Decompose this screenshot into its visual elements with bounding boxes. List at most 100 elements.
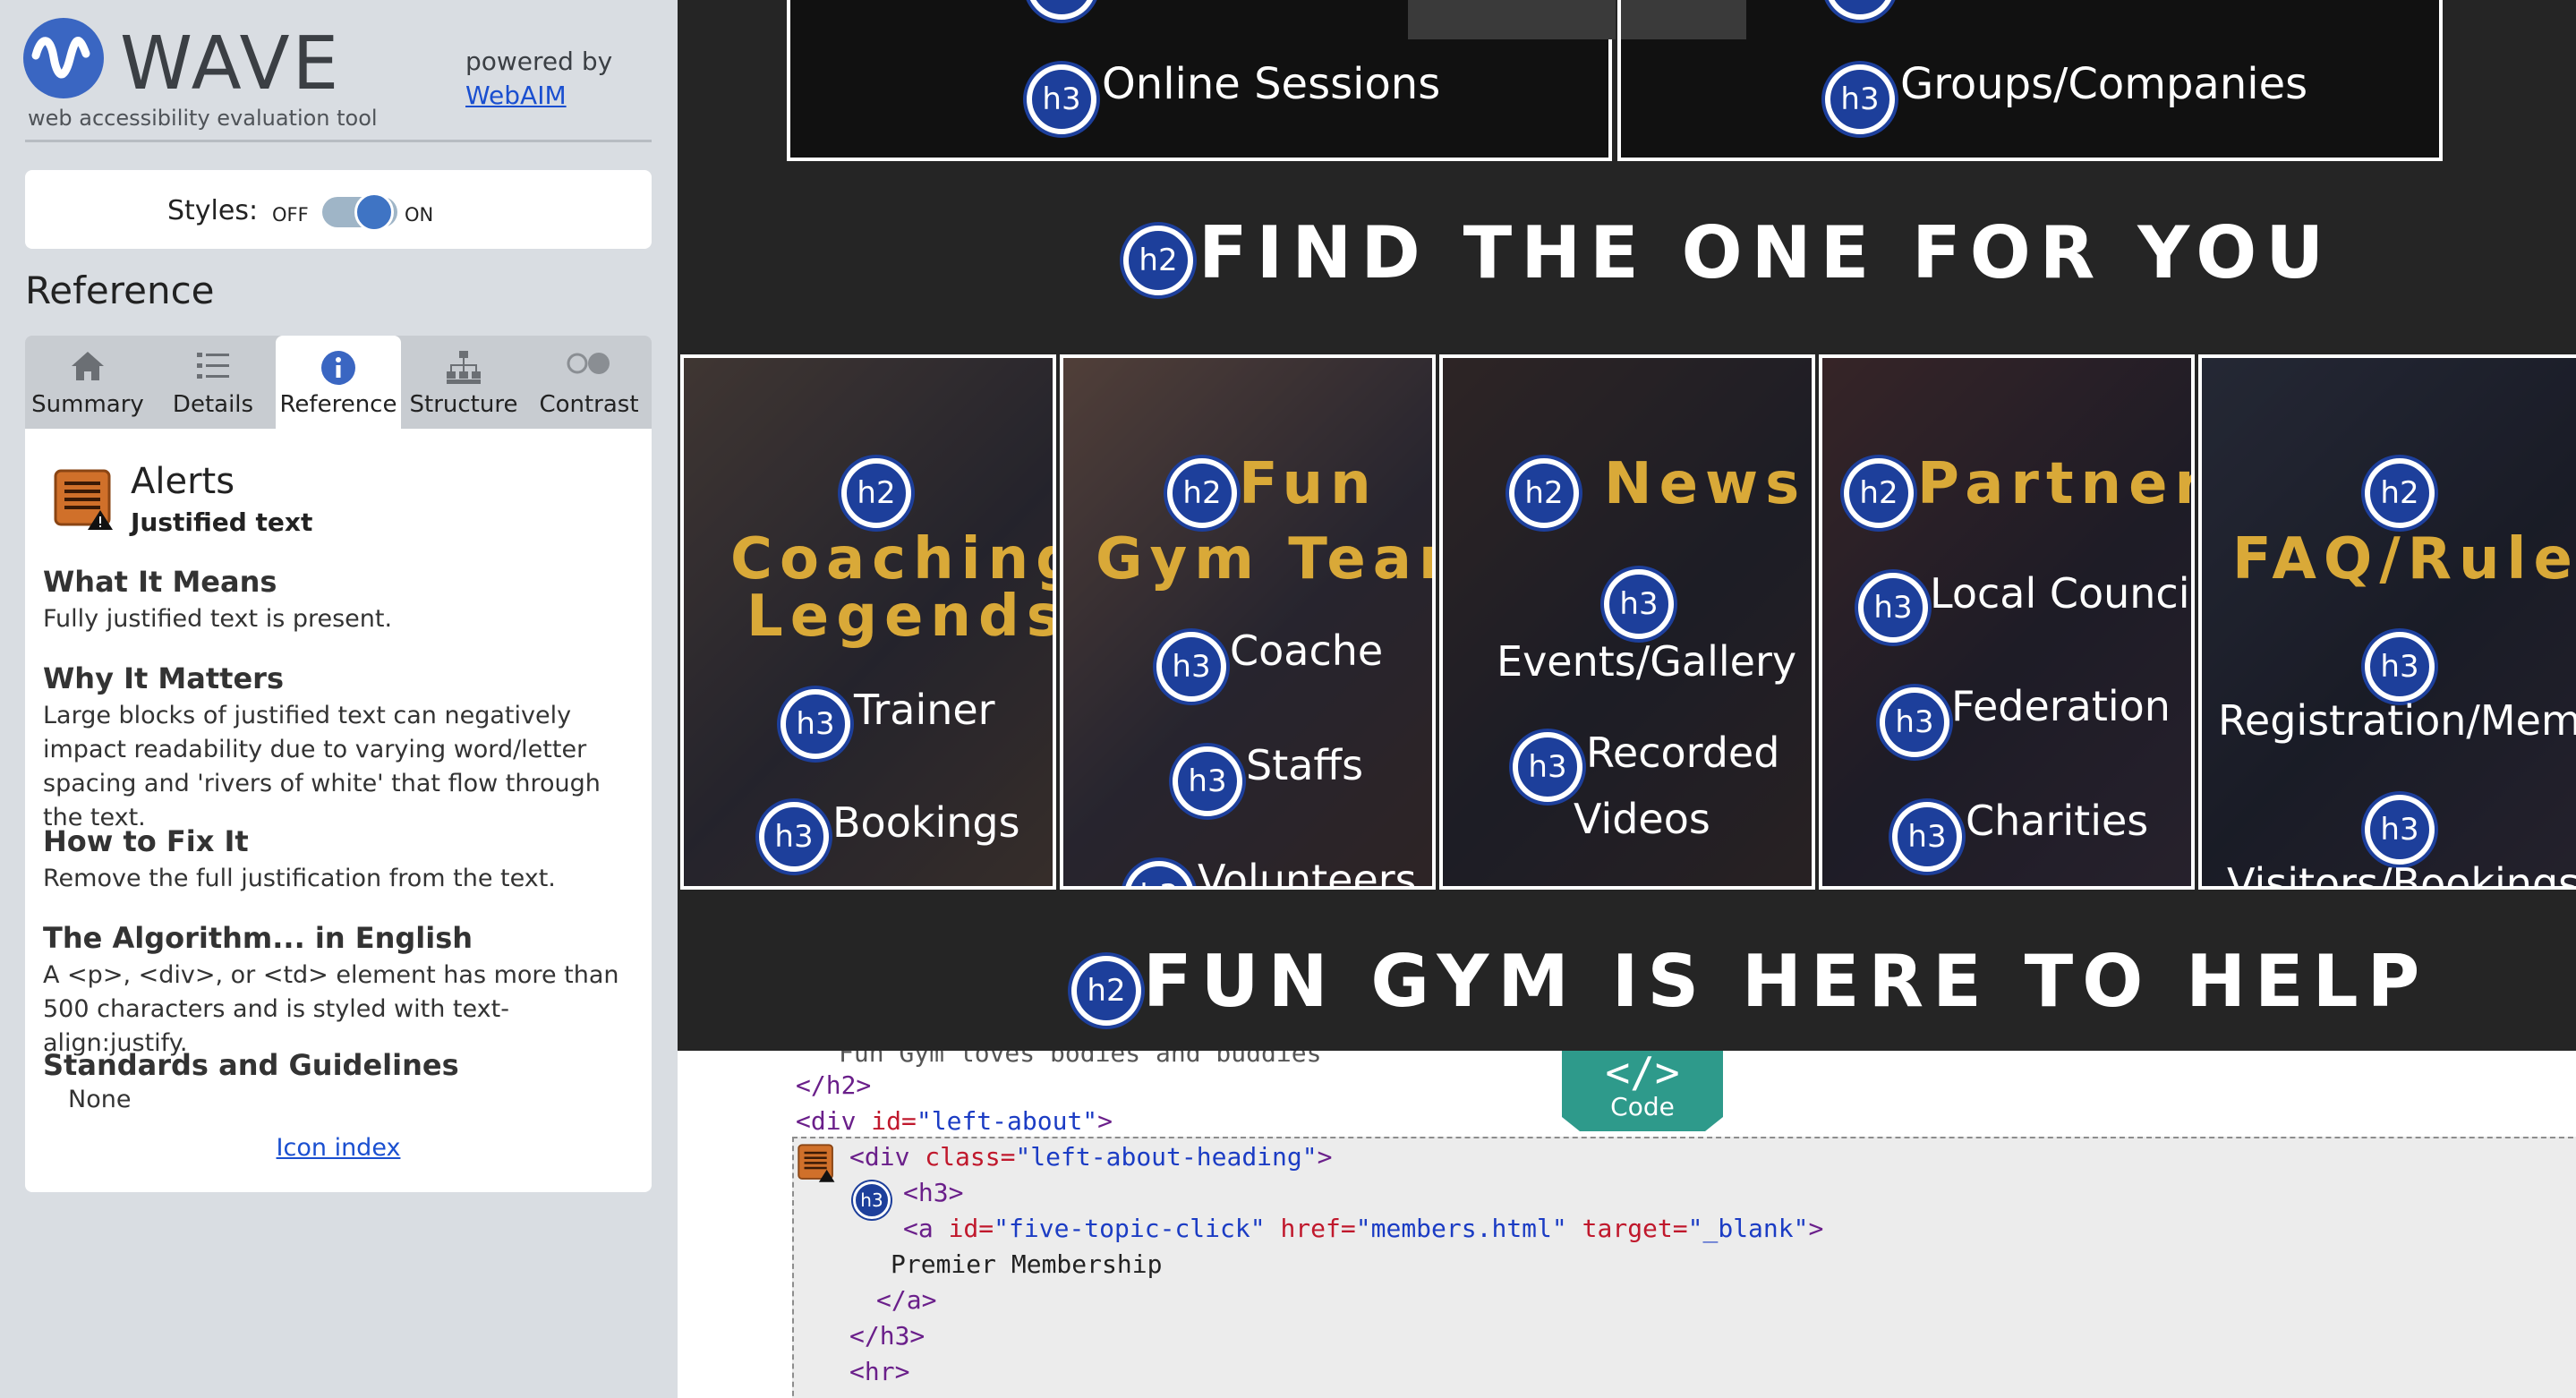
tile-partners[interactable]: h2 Partners h3 Local Council h3 Federati… [1819,354,2195,890]
section-heading: The Algorithm... in English [43,921,473,955]
tile-link[interactable]: Events/Gallery [1497,637,1796,686]
h3-badge: h3 [759,802,829,872]
code-token: class= [925,1142,1016,1172]
tab-contrast[interactable]: Contrast [526,336,652,429]
alert-category: Alerts [131,461,235,502]
tile-title: Partners [1917,451,2191,517]
h3-badge: h3 [2365,795,2435,865]
styles-label: Styles: [167,195,259,226]
webaim-link[interactable]: WebAIM [465,81,567,110]
tab-reference-label: Reference [279,391,397,418]
code-token: "left-about-heading" [1015,1142,1318,1172]
section-heading: Standards and Guidelines [43,1048,459,1082]
standards-value: None [68,1086,132,1113]
tab-details[interactable]: Details [150,336,276,429]
tile-fun-gym-team[interactable]: h2 Fun Gym Team h3 Coache h3 Staffs h3 V… [1060,354,1436,890]
h2-badge: h2 [2365,458,2435,528]
toggle-on-label: ON [405,204,434,226]
list-icon [195,350,231,388]
h3-badge: h3 [1858,573,1928,643]
tile-link[interactable]: Coache [1230,627,1383,675]
code-toggle-button[interactable]: </> Code [1562,1051,1723,1131]
tile-faq-rules[interactable]: h2 FAQ/Rules h3 Registration/Memb h3 Vis… [2198,354,2576,890]
code-token: "five-topic-click" [994,1214,1266,1243]
code-tab-label: Code [1610,1092,1675,1121]
tile-title: Fun [1239,451,1378,517]
find-heading: FIND THE ONE FOR YOU [1198,211,2333,294]
code-line: <div id="left-about"> [796,1106,1113,1136]
tile-link[interactable]: Bookings [832,798,1020,847]
info-icon [320,350,356,392]
h2-badge: h2 [1071,956,1141,1026]
code-token: > [1317,1142,1333,1172]
tab-summary-label: Summary [31,391,144,418]
code-line: </a> [876,1285,936,1315]
alert-name: Justified text [131,507,313,537]
styles-toggle-box: Styles: OFF ON [25,170,652,249]
home-icon [70,350,106,388]
justified-text-alert-icon [798,1144,837,1187]
divider [25,140,652,142]
tile-title: News [1604,451,1807,517]
styles-toggle-knob[interactable] [354,192,394,232]
tab-summary[interactable]: Summary [25,336,150,429]
tile-link[interactable]: Visitors/Bookings [2227,859,2576,886]
tile-link[interactable]: Staffs [1246,741,1363,789]
powered-by-text: powered by [465,47,613,76]
tile-coaching-legends[interactable]: h2 Coaching Legends h3 Trainer h3 Bookin… [680,354,1056,890]
code-token: <h3> [903,1178,964,1207]
code-token: </a> [876,1285,937,1315]
h2-badge: h2 [1167,458,1237,528]
code-line: </h3> [849,1321,925,1351]
code-line: <h3> [903,1178,963,1207]
section-text: A <p>, <div>, or <td> element has more t… [43,961,619,1057]
h3-badge: h3 [1027,64,1096,134]
h2-badge: h2 [841,458,911,528]
h3-badge: h3 [2365,632,2435,702]
code-panel: Fun Gym loves bodies and buddies </h2> <… [678,1051,2576,1398]
online-sessions-card[interactable]: h3 h3 Online Sessions [787,0,1616,161]
h3-badge: h3 [1892,802,1962,872]
tile-link[interactable]: Recorded [1586,729,1779,777]
tile-title: FAQ/Rules [2232,526,2576,592]
h2-badge: h2 [1509,458,1579,528]
page-preview: h3 h3 Online Sessions h3 h3 Groups/Compa… [678,0,2576,1051]
powered-by: powered by WebAIM [465,45,612,113]
tile-link[interactable]: Volunteers [1198,856,1417,886]
section-heading: How to Fix It [43,824,249,858]
h3-badge: h3 [1027,0,1096,20]
wave-logo-icon [31,37,90,79]
icon-index-link[interactable]: Icon index [25,1134,652,1162]
tile-news[interactable]: h2 News h3 Events/Gallery h3 Recorded Vi… [1439,354,1815,890]
justified-text-alert-icon [54,469,116,535]
tab-structure[interactable]: Structure [401,336,526,429]
code-token: <hr> [849,1357,910,1386]
section-text: Fully justified text is present. [43,605,393,633]
card-title: Groups/Companies [1900,59,2308,109]
tile-link[interactable]: Videos [1574,795,1710,843]
h3-badge: h3 [1156,632,1226,702]
card-photo-fragment [1621,0,1746,39]
tile-link[interactable]: Federation [1951,682,2171,730]
code-token: "_blank" [1687,1214,1809,1243]
h3-badge: h3 [780,689,850,759]
h3-badge: h3 [1825,0,1895,20]
code-line: </h2> [796,1070,871,1100]
h3-badge: h3 [1173,746,1242,816]
code-token: "members.html" [1355,1214,1567,1243]
tile-link[interactable]: Charities [1966,797,2148,845]
tile-link[interactable]: Trainer [854,686,995,734]
tile-overlay [1063,358,1432,886]
h3-badge: h3 [1513,732,1582,802]
h3-badge: h3 [1880,687,1949,757]
groups-companies-card[interactable]: h3 h3 Groups/Companies [1617,0,2443,161]
tab-reference[interactable]: Reference [276,336,401,429]
code-token: > [1097,1106,1113,1136]
tile-link[interactable]: Registration/Memb [2218,696,2576,745]
section-heading: Why It Matters [43,661,284,695]
tagline: web accessibility evaluation tool [28,106,378,131]
section-heading: What It Means [43,565,277,599]
section-text: Large blocks of justified text can negat… [43,702,601,831]
tile-title: Legends [746,584,1056,650]
tile-link[interactable]: Local Council [1930,569,2191,618]
